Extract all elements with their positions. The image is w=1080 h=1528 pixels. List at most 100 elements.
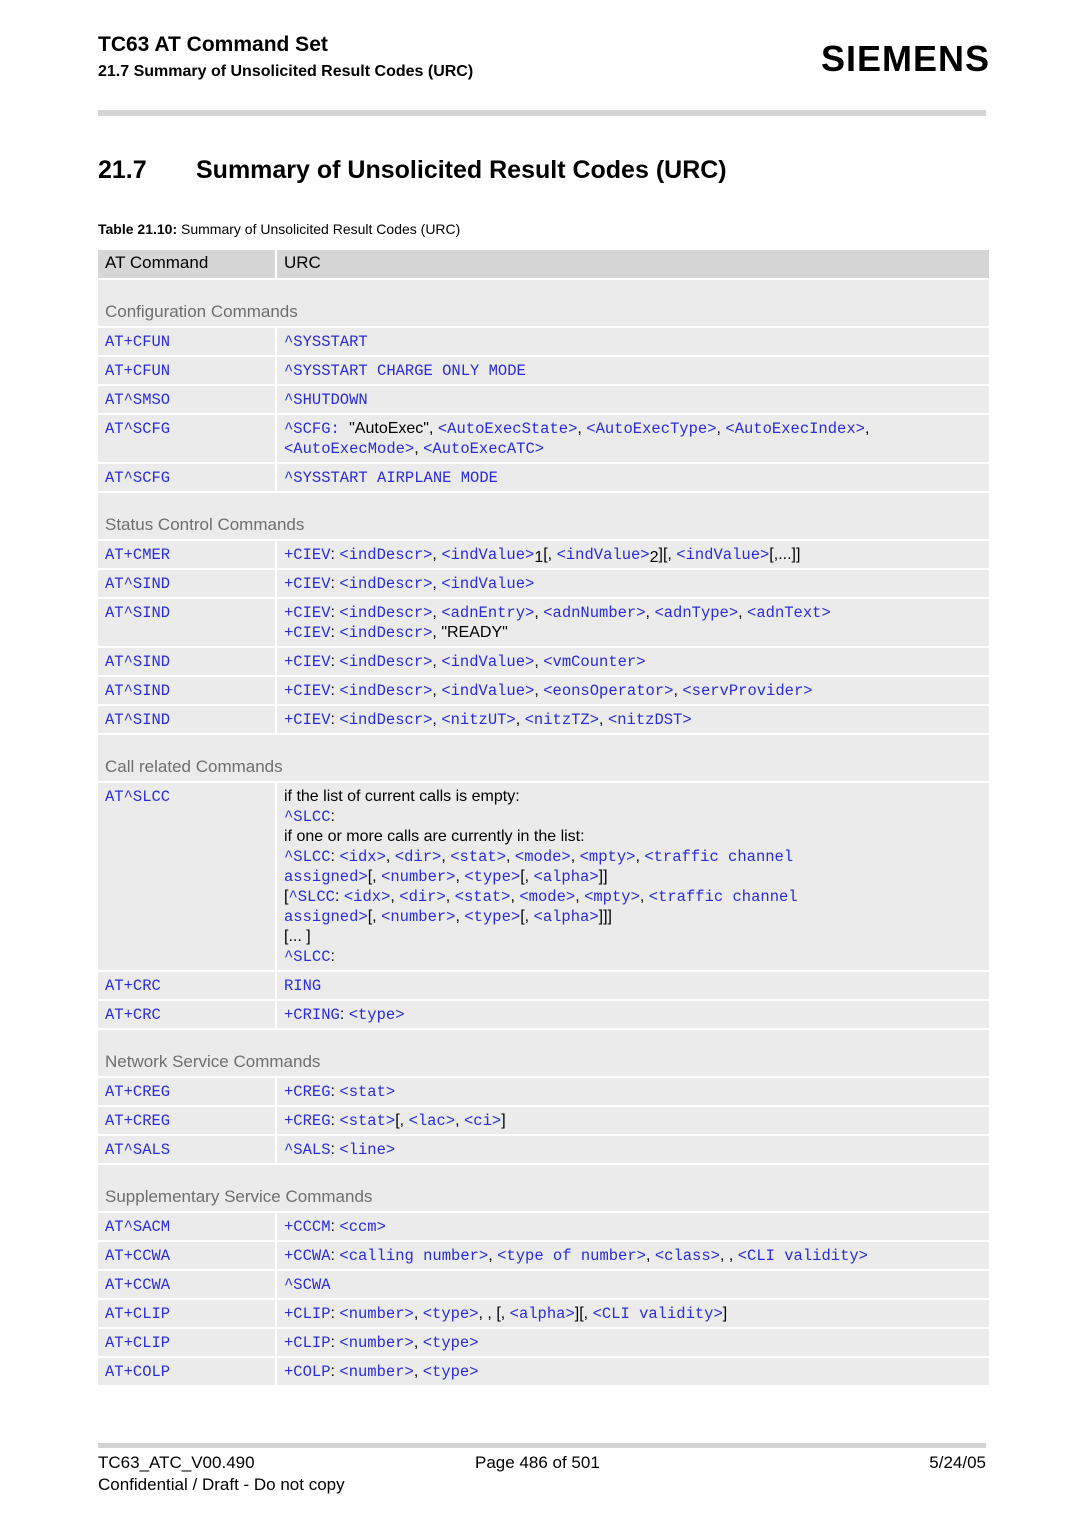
urc-parameter-link[interactable]: <CLI validity> [593,1305,723,1323]
urc-parameter-link[interactable]: <indDescr> [339,546,432,564]
at-command-link[interactable]: AT^SMSO [105,391,170,409]
urc-parameter-link[interactable]: assigned> [284,868,368,886]
at-command-link[interactable]: AT^SIND [105,711,170,729]
urc-parameter-link[interactable]: <type> [423,1305,479,1323]
urc-parameter-link[interactable]: <AutoExecATC> [423,440,544,458]
at-command-link[interactable]: AT^SALS [105,1141,170,1159]
urc-parameter-link[interactable]: <AutoExecMode> [284,440,414,458]
at-command-link[interactable]: AT^SIND [105,575,170,593]
urc-parameter-link[interactable]: +CIEV [284,682,331,700]
urc-parameter-link[interactable]: <traffic channel [649,888,798,906]
urc-parameter-link[interactable]: <number> [381,908,455,926]
urc-parameter-link[interactable]: <stat> [339,1112,395,1130]
at-command-link[interactable]: AT^SACM [105,1218,170,1236]
urc-parameter-link[interactable]: <servProvider> [682,682,812,700]
urc-parameter-link[interactable]: +CIEV [284,624,331,642]
urc-parameter-link[interactable]: <class> [655,1247,720,1265]
urc-parameter-link[interactable]: <number> [381,868,455,886]
urc-parameter-link[interactable]: ^SALS [284,1141,331,1159]
urc-parameter-link[interactable]: assigned> [284,908,368,926]
urc-parameter-link[interactable]: <indValue> [441,653,534,671]
urc-parameter-link[interactable]: <mpty> [580,848,636,866]
urc-parameter-link[interactable]: +CIEV [284,653,331,671]
urc-parameter-link[interactable]: +CREG [284,1112,331,1130]
urc-parameter-link[interactable]: <adnText> [747,604,831,622]
urc-parameter-link[interactable]: <CLI validity> [738,1247,868,1265]
urc-parameter-link[interactable]: RING [284,977,321,995]
urc-parameter-link[interactable]: <alpha> [534,908,599,926]
urc-parameter-link[interactable]: ^SYSSTART CHARGE ONLY MODE [284,362,526,380]
urc-parameter-link[interactable]: <idx> [339,848,386,866]
urc-parameter-link[interactable]: <type of number> [497,1247,646,1265]
urc-parameter-link[interactable]: <mode> [519,888,575,906]
at-command-link[interactable]: AT^SCFG [105,469,170,487]
urc-parameter-link[interactable]: +CLIP [284,1334,331,1352]
at-command-link[interactable]: AT+CFUN [105,333,170,351]
at-command-link[interactable]: AT+CREG [105,1112,170,1130]
urc-parameter-link[interactable]: <lac> [409,1112,456,1130]
urc-parameter-link[interactable]: <AutoExecType> [586,420,716,438]
urc-parameter-link[interactable]: +CRING [284,1006,340,1024]
urc-parameter-link[interactable]: <type> [423,1363,479,1381]
urc-parameter-link[interactable]: <dir> [395,848,442,866]
urc-parameter-link[interactable]: <mode> [515,848,571,866]
urc-parameter-link[interactable]: <alpha> [510,1305,575,1323]
at-command-link[interactable]: AT+CREG [105,1083,170,1101]
urc-parameter-link[interactable]: <stat> [339,1083,395,1101]
urc-parameter-link[interactable]: <indDescr> [339,682,432,700]
at-command-link[interactable]: AT+COLP [105,1363,170,1381]
at-command-link[interactable]: AT+CRC [105,1006,161,1024]
urc-parameter-link[interactable]: <adnNumber> [543,604,645,622]
urc-parameter-link[interactable]: ^SYSSTART [284,333,368,351]
urc-parameter-link[interactable]: +CIEV [284,575,331,593]
urc-parameter-link[interactable]: <indValue> [441,575,534,593]
at-command-link[interactable]: AT+CLIP [105,1305,170,1323]
urc-parameter-link[interactable]: ^SCFG: [284,420,349,438]
urc-parameter-link[interactable]: <number> [339,1334,413,1352]
urc-parameter-link[interactable]: <calling number> [339,1247,488,1265]
urc-parameter-link[interactable]: <indDescr> [339,575,432,593]
urc-parameter-link[interactable]: <line> [339,1141,395,1159]
urc-parameter-link[interactable]: ^SLCC [284,808,331,826]
urc-parameter-link[interactable]: <idx> [344,888,391,906]
at-command-link[interactable]: AT+CLIP [105,1334,170,1352]
urc-parameter-link[interactable]: <indDescr> [339,604,432,622]
urc-parameter-link[interactable]: <mpty> [584,888,640,906]
urc-parameter-link[interactable]: +CCCM [284,1218,331,1236]
urc-parameter-link[interactable]: <alpha> [534,868,599,886]
urc-parameter-link[interactable]: <indDescr> [339,653,432,671]
urc-parameter-link[interactable]: <adnType> [654,604,738,622]
urc-parameter-link[interactable]: <indValue> [441,546,534,564]
urc-parameter-link[interactable]: <ci> [464,1112,501,1130]
at-command-link[interactable]: AT^SIND [105,653,170,671]
urc-parameter-link[interactable]: <AutoExecIndex> [725,420,865,438]
urc-parameter-link[interactable]: ^SLCC [288,888,335,906]
urc-parameter-link[interactable]: ^SLCC [284,848,331,866]
urc-parameter-link[interactable]: <nitzUT> [441,711,515,729]
urc-parameter-link[interactable]: <indDescr> [339,624,432,642]
at-command-link[interactable]: AT+CCWA [105,1247,170,1265]
urc-parameter-link[interactable]: <type> [349,1006,405,1024]
urc-parameter-link[interactable]: <AutoExecState> [438,420,578,438]
at-command-link[interactable]: AT+CMER [105,546,170,564]
urc-parameter-link[interactable]: <type> [464,908,520,926]
urc-parameter-link[interactable]: +CIEV [284,604,331,622]
urc-parameter-link[interactable]: ^SYSSTART AIRPLANE MODE [284,469,498,487]
urc-parameter-link[interactable]: <vmCounter> [543,653,645,671]
urc-parameter-link[interactable]: +COLP [284,1363,331,1381]
urc-parameter-link[interactable]: <indValue> [441,682,534,700]
urc-parameter-link[interactable]: <stat> [455,888,511,906]
urc-parameter-link[interactable]: <number> [339,1363,413,1381]
urc-parameter-link[interactable]: +CIEV [284,711,331,729]
at-command-link[interactable]: AT^SCFG [105,420,170,438]
urc-parameter-link[interactable]: <type> [464,868,520,886]
urc-parameter-link[interactable]: ^SLCC [284,948,331,966]
urc-parameter-link[interactable]: ^SHUTDOWN [284,391,368,409]
urc-parameter-link[interactable]: ^SCWA [284,1276,331,1294]
urc-parameter-link[interactable]: +CCWA [284,1247,331,1265]
urc-parameter-link[interactable]: <eonsOperator> [543,682,673,700]
urc-parameter-link[interactable]: <stat> [450,848,506,866]
urc-parameter-link[interactable]: <number> [339,1305,413,1323]
urc-parameter-link[interactable]: <dir> [399,888,446,906]
at-command-link[interactable]: AT^SIND [105,682,170,700]
